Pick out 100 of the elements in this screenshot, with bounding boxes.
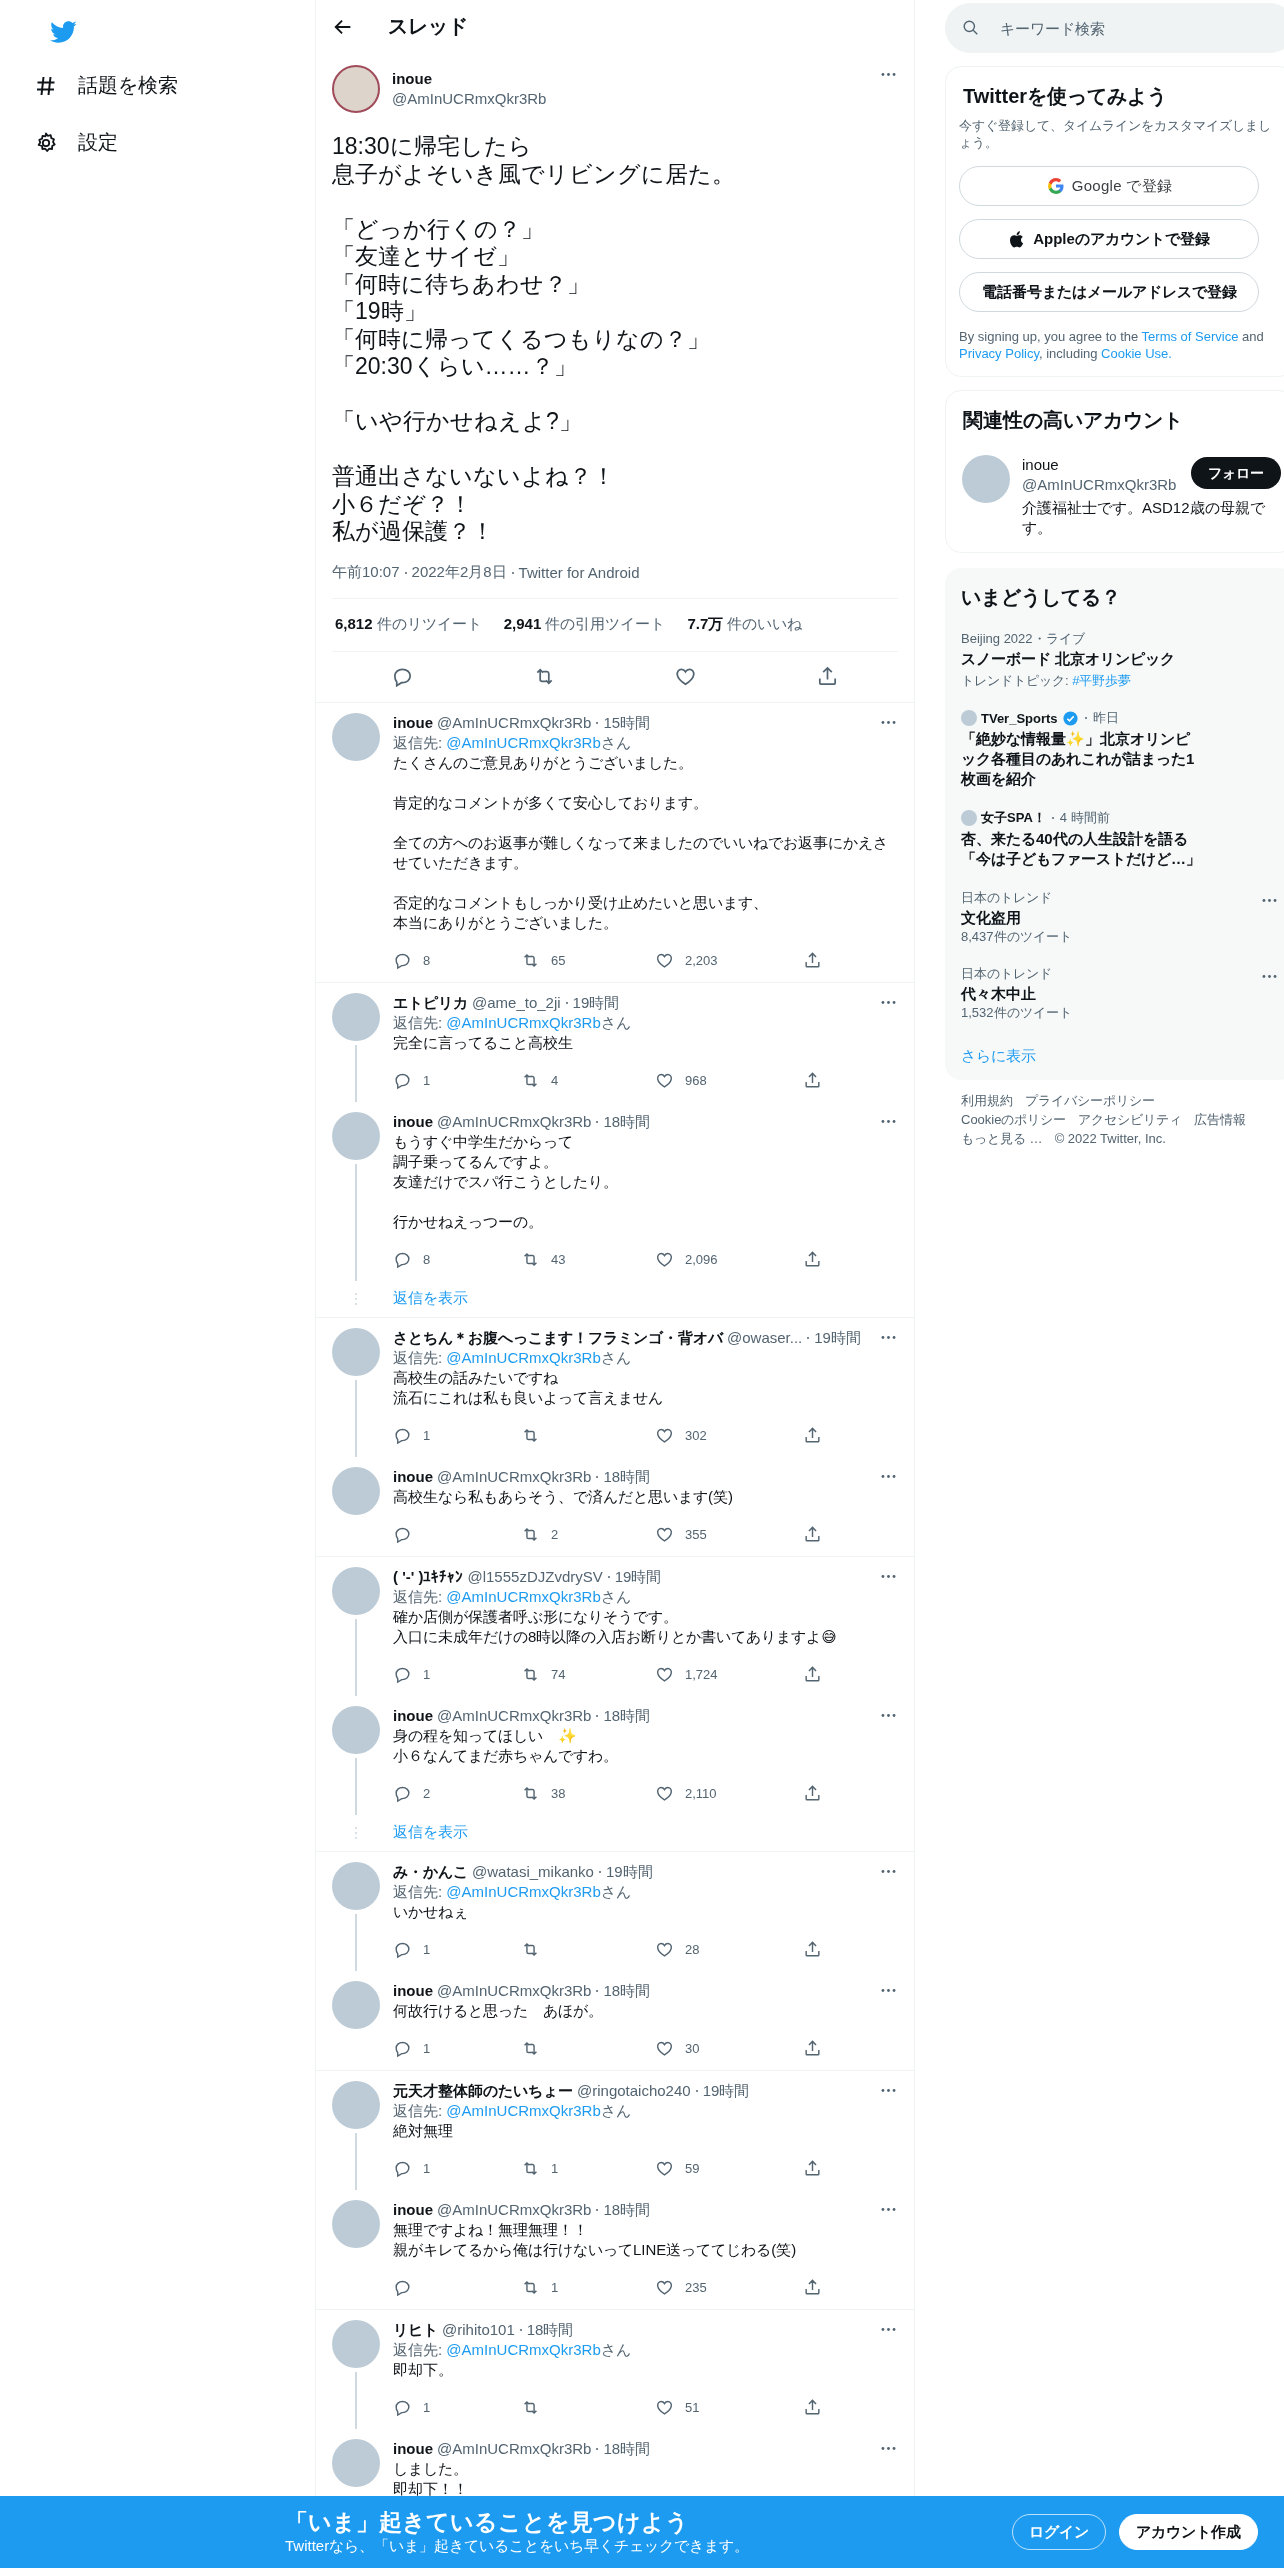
author-handle[interactable]: @l1555zDJZvdrySV <box>467 1566 603 1587</box>
share-icon[interactable] <box>803 1071 822 1090</box>
reply-icon[interactable] <box>393 2159 412 2178</box>
author-name[interactable]: inoue <box>393 2199 433 2220</box>
footer-link[interactable]: もっと見る … <box>961 1130 1043 1147</box>
author-handle[interactable]: @AmInUCRmxQkr3Rb <box>437 1705 592 1726</box>
retweet-icon[interactable] <box>521 2159 540 2178</box>
share-icon[interactable] <box>803 951 822 970</box>
heart-icon[interactable] <box>655 1426 674 1445</box>
nav-link[interactable]: 話題を検索 <box>22 60 190 111</box>
heart-icon[interactable] <box>655 1665 674 1684</box>
author-handle[interactable]: @AmInUCRmxQkr3Rb <box>437 1980 592 2001</box>
tweet-source[interactable]: Twitter for Android <box>518 564 640 581</box>
author-handle[interactable]: @AmInUCRmxQkr3Rb <box>437 1466 592 1487</box>
heart-icon[interactable] <box>655 1071 674 1090</box>
reply-icon[interactable] <box>393 1071 412 1090</box>
share-icon[interactable] <box>803 1784 822 1803</box>
reply-icon[interactable] <box>393 2039 412 2058</box>
retweet-icon[interactable] <box>521 1250 540 1269</box>
news-title[interactable]: 「絶妙な情報量✨」北京オリンピック各種目のあれこれが詰まった1枚画を紹介 <box>961 729 1201 789</box>
author-handle[interactable]: @AmInUCRmxQkr3Rb <box>437 712 592 733</box>
author-name[interactable]: ( '-' )ﾕｷﾁｬﾝ <box>393 1566 464 1587</box>
stat-link[interactable]: 6,812 件のリツイート <box>335 615 482 634</box>
author-name[interactable]: inoue <box>393 1705 433 1726</box>
tweet-time[interactable]: 19時間 <box>614 1566 662 1587</box>
retweet-icon[interactable] <box>521 951 540 970</box>
heart-icon[interactable] <box>674 665 698 688</box>
footer-link[interactable]: © 2022 Twitter, Inc. <box>1054 1130 1166 1147</box>
reply-icon[interactable] <box>393 951 412 970</box>
share-icon[interactable] <box>803 1426 822 1445</box>
retweet-icon[interactable] <box>521 1784 540 1803</box>
retweet-icon[interactable] <box>521 1525 540 1544</box>
retweet-icon[interactable] <box>521 1426 540 1445</box>
share-icon[interactable] <box>803 1525 822 1544</box>
reply-icon[interactable] <box>393 1250 412 1269</box>
reply-icon[interactable] <box>393 1426 412 1445</box>
stat-link[interactable]: 2,941 件の引用ツイート <box>503 615 666 634</box>
tweet-time[interactable]: 19時間 <box>702 2080 750 2101</box>
retweet-icon[interactable] <box>521 1071 540 1090</box>
retweet-icon[interactable] <box>521 1940 540 1959</box>
share-icon[interactable] <box>803 2039 822 2058</box>
signup-button[interactable]: アカウント作成 <box>1119 2514 1258 2550</box>
author-name[interactable]: 元天才整体師のたいちょー <box>393 2080 573 2101</box>
footer-link[interactable]: アクセシビリティ <box>1078 1111 1183 1128</box>
heart-icon[interactable] <box>655 951 674 970</box>
signup-button[interactable]: Google で登録 <box>959 166 1259 206</box>
tweet-date[interactable]: 2022年2月8日 <box>411 563 507 582</box>
signup-button[interactable]: 電話番号またはメールアドレスで登録 <box>959 272 1259 312</box>
retweet-icon[interactable] <box>521 1665 540 1684</box>
trend-title[interactable]: 代々木中止 <box>961 984 1252 1004</box>
author-handle[interactable]: @owaser... <box>727 1327 803 1348</box>
heart-icon[interactable] <box>655 2278 674 2297</box>
author-name[interactable]: inoue <box>393 1980 433 2001</box>
tweet-time[interactable]: 18時間 <box>603 2438 651 2459</box>
share-icon[interactable] <box>803 2398 822 2417</box>
search-field[interactable]: キーワード検索 <box>945 3 1284 53</box>
footer-link[interactable]: Cookieのポリシー <box>961 1111 1067 1128</box>
author-handle[interactable]: @watasi_mikanko <box>472 1861 594 1882</box>
tweet-time[interactable]: 18時間 <box>526 2319 574 2340</box>
author-handle[interactable]: @rihito101 <box>442 2319 515 2340</box>
author-name[interactable]: inoue <box>393 2438 433 2459</box>
heart-icon[interactable] <box>655 1525 674 1544</box>
reply-icon[interactable] <box>393 1784 412 1803</box>
bird-icon[interactable] <box>49 18 77 46</box>
retweet-icon[interactable] <box>521 2398 540 2417</box>
account-handle[interactable]: @AmInUCRmxQkr3Rb <box>1022 475 1191 495</box>
footer-link[interactable]: プライバシーポリシー <box>1025 1092 1155 1109</box>
trend-title[interactable]: スノーボード 北京オリンピック <box>961 649 1279 669</box>
tweet-time[interactable]: 18時間 <box>603 1980 651 2001</box>
author-name[interactable]: inoue <box>393 1111 433 1132</box>
heart-icon[interactable] <box>655 2159 674 2178</box>
share-icon[interactable] <box>803 2278 822 2297</box>
retweet-icon[interactable] <box>521 2039 540 2058</box>
heart-icon[interactable] <box>655 2398 674 2417</box>
footer-link[interactable]: 利用規約 <box>961 1092 1013 1109</box>
tweet-time[interactable]: 18時間 <box>603 1705 651 1726</box>
tweet-time[interactable]: 19時間 <box>605 1861 653 1882</box>
tweet-time[interactable]: 19時間 <box>814 1327 861 1348</box>
author-handle[interactable]: @AmInUCRmxQkr3Rb <box>437 2438 592 2459</box>
follow-button[interactable]: フォロー <box>1191 457 1281 489</box>
share-icon[interactable] <box>803 1665 822 1684</box>
author-name[interactable]: リヒト <box>393 2319 438 2340</box>
author-handle[interactable]: @AmInUCRmxQkr3Rb <box>437 2199 592 2220</box>
tweet-time[interactable]: 18時間 <box>603 1111 651 1132</box>
author-handle[interactable]: @ringotaicho240 <box>577 2080 691 2101</box>
trend-title[interactable]: 文化盗用 <box>961 908 1252 928</box>
author-name[interactable]: み・かんこ <box>393 1861 468 1882</box>
share-icon[interactable] <box>803 2159 822 2178</box>
reply-icon[interactable] <box>393 1665 412 1684</box>
tweet-time[interactable]: 18時間 <box>603 2199 651 2220</box>
author-name[interactable]: エトピリカ <box>393 992 468 1013</box>
reply-icon[interactable] <box>393 1525 412 1544</box>
share-icon[interactable] <box>803 1940 822 1959</box>
account-name[interactable]: inoue <box>1022 455 1191 475</box>
author-name[interactable]: inoue <box>393 1466 433 1487</box>
stat-link[interactable]: 7.7万 件のいいね <box>687 615 803 634</box>
author-handle[interactable]: @ame_to_2ji <box>472 992 561 1013</box>
retweet-icon[interactable] <box>521 2278 540 2297</box>
author-name[interactable]: inoue <box>393 712 433 733</box>
reply-icon[interactable] <box>393 2398 412 2417</box>
